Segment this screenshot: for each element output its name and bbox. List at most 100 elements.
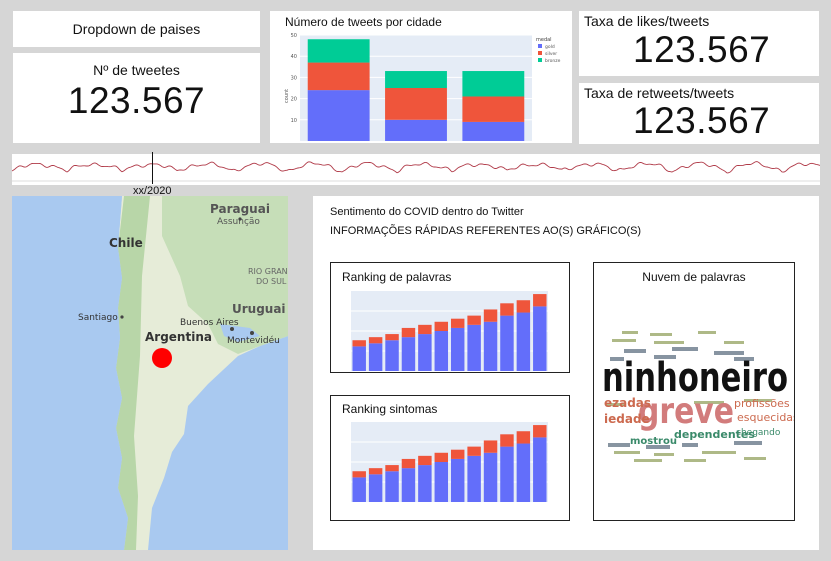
bar-bronze [385,71,447,88]
map-label-montevideu: Montevidéu [227,335,280,346]
timeline-marker[interactable] [152,152,153,184]
y-axis-label: count [284,89,290,103]
word-mostrou: mostrou [630,436,677,447]
legend-swatch [538,44,542,48]
ranking-bar-segment-1 [352,340,366,347]
bar-silver [385,88,447,120]
word-cloud: ninhoneiro greve profissões esquecidas e… [602,331,794,462]
map-label-buenos-aires: Buenos Aires [180,318,239,328]
word-cloud-card: Nuvem de palavras ninhoneiro greve profi… [593,262,795,521]
ranking-bar-segment-0 [385,471,399,502]
ranking-bar-segment-0 [450,327,465,371]
ranking-bar-segment-1 [352,471,366,478]
map-card[interactable]: Paraguai Assunção Chile RIO GRAND DO SUL… [12,196,288,550]
ranking-bar-segment-0 [418,465,432,502]
bar-bronze [462,71,525,97]
ranking-bar-segment-1 [418,455,432,466]
map-label-chile: Chile [109,236,143,250]
ranking-bar-segment-1 [516,431,531,444]
word-esquecidas: esquecidas [737,411,794,424]
ranking-bar-segment-1 [467,315,481,325]
ranking-bar-segment-1 [434,452,449,462]
country-dropdown[interactable]: Dropdown de paises [13,11,260,47]
word-greve: greve [638,391,734,432]
ranking-bar-segment-0 [533,306,547,371]
tweets-count-card: Nº de tweetes 123.567 [13,53,260,143]
legend-swatch [538,58,542,62]
ranking-bar-segment-1 [533,425,547,438]
ranking-bar-segment-1 [434,321,449,331]
legend-item: gold [545,44,555,50]
ranking-bar-segment-1 [385,465,399,472]
map-label-paraguai: Paraguai [210,202,270,216]
retweets-rate-label: Taxa de retweets/tweets [584,85,735,101]
ranking-bar-segment-1 [483,440,498,453]
ranking-palavras-card: Ranking de palavras [330,262,570,373]
ranking-bar-segment-0 [401,468,416,502]
bar-gold [462,121,525,141]
map-label-rio-grande-2: DO SUL [256,277,287,286]
ranking-bar-segment-0 [434,462,449,502]
timeline-line-chart [12,161,820,182]
panel-title: Sentimento do COVID dentro do Twitter [330,206,524,218]
map-label-uruguai: Uruguai [232,302,286,316]
timeline-strip[interactable] [12,154,820,185]
ranking-bar-segment-1 [516,300,531,313]
map-label-rio-grande: RIO GRAND [248,267,288,276]
legend-item: silver [545,51,557,57]
likes-rate-value: 123.567 [633,29,771,70]
sentiment-panel: Sentimento do COVID dentro do Twitter IN… [313,196,819,550]
ranking-bar-segment-1 [401,458,416,469]
likes-rate-card: Taxa de likes/tweets 123.567 [579,11,819,76]
word-iedade: iedade [604,412,650,426]
map-location-marker [152,348,172,368]
ranking-bar-segment-0 [368,474,383,502]
ranking-bar-segment-0 [533,437,547,502]
country-dropdown-label: Dropdown de paises [72,21,201,37]
ranking-bar-segment-0 [368,343,383,371]
ranking-bar-segment-1 [385,334,399,341]
tweets-per-city-card: Número de tweets por cidade 10 20 30 40 50 co… [270,11,572,143]
ranking-bar-segment-1 [500,434,514,447]
bar-gold [385,119,447,141]
map-label-santiago: Santiago [78,313,118,323]
ranking-bar-segment-1 [450,318,465,328]
ranking-bar-segment-1 [368,468,383,475]
ranking-bar-segment-0 [483,452,498,502]
y-tick-label: 20 [291,97,297,103]
y-tick-label: 30 [291,75,297,81]
ranking-bar-segment-0 [450,458,465,502]
bar-bronze [307,39,370,63]
y-tick-label: 40 [291,54,297,60]
word-profissoes: profissões [734,397,790,410]
tweets-count-value: 123.567 [67,80,206,121]
bar-silver [462,96,525,122]
ranking-bar-segment-1 [483,309,498,322]
ranking-bar-segment-1 [418,324,432,335]
ranking-bar-segment-0 [434,331,449,371]
word-chegando: chegando [736,428,781,438]
likes-rate-label: Taxa de likes/tweets [584,13,710,29]
tweets-per-city-chart: 10 20 30 40 50 count medalgoldsilverbronze [284,33,561,141]
legend-swatch [538,51,542,55]
ranking-palavras-chart [351,291,548,371]
ranking-bar-segment-0 [352,346,366,371]
retweets-rate-value: 123.567 [633,100,771,141]
retweets-rate-card: Taxa de retweets/tweets 123.567 [579,83,819,144]
map-label-argentina: Argentina [145,330,212,344]
ranking-bar-segment-0 [467,455,481,502]
map[interactable]: Paraguai Assunção Chile RIO GRAND DO SUL… [12,196,288,550]
ranking-bar-segment-0 [516,312,531,371]
ranking-bar-segment-0 [401,337,416,371]
bar-gold [307,90,370,141]
ranking-bar-segment-1 [401,327,416,338]
legend-title: medal [536,37,552,43]
ranking-bar-segment-0 [483,321,498,371]
ranking-bar-segment-1 [533,294,547,307]
ranking-bar-segment-1 [500,303,514,316]
bar-silver [307,62,370,91]
ranking-sintomas-card: Ranking sintomas [330,395,570,521]
panel-subtitle: INFORMAÇÕES RÁPIDAS REFERENTES AO(S) GRÁ… [330,225,642,237]
ranking-bar-segment-0 [352,477,366,502]
word-ezadas: ezadas [604,396,651,410]
